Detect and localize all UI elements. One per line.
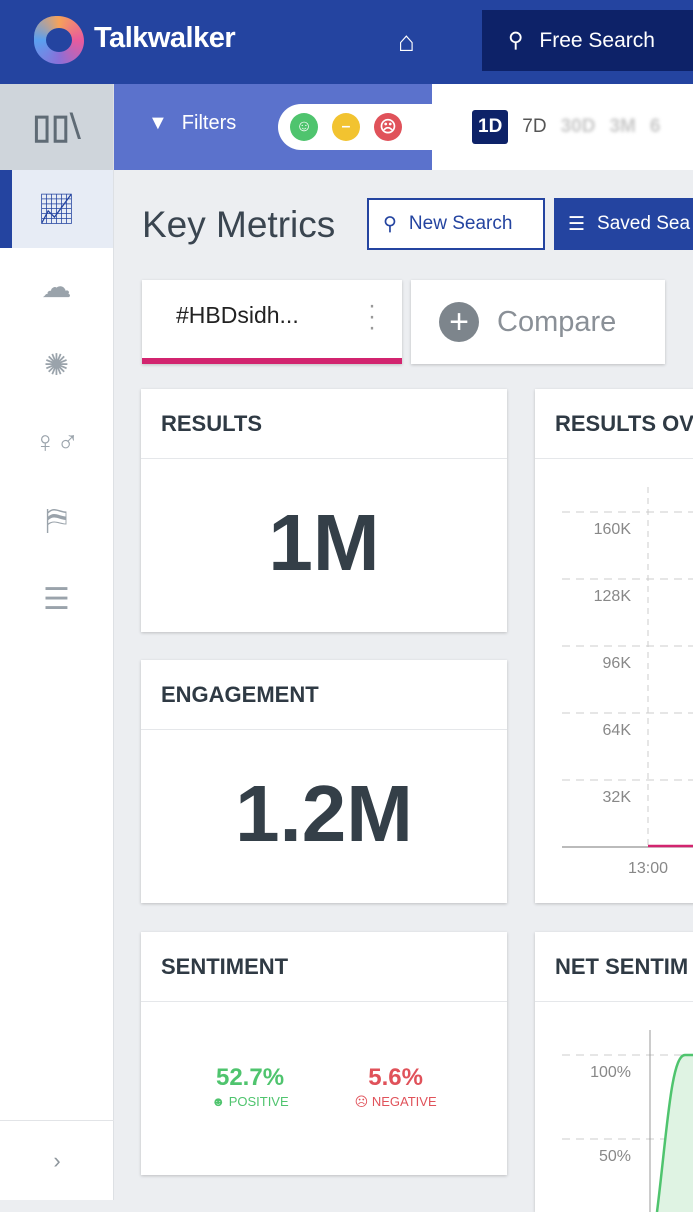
brand-name[interactable]: Talkwalker	[94, 22, 236, 55]
library-icon[interactable]: ▯▯⧵	[0, 84, 113, 170]
negative-face-icon[interactable]: ☹	[374, 113, 402, 141]
negative-label: NEGATIVE	[371, 1094, 437, 1109]
results-title: RESULTS	[141, 389, 507, 459]
frown-icon: ☹	[354, 1094, 369, 1109]
y-grid	[562, 511, 693, 781]
net-sentiment-chart: 100% 50%	[562, 1030, 693, 1212]
sentiment-filter-pill[interactable]: ☺ – ☹	[278, 104, 432, 150]
new-search-label: New Search	[408, 213, 513, 234]
net-sentiment-card: NET SENTIM 100% 50%	[535, 932, 693, 1212]
results-over-time-chart: 160K 128K 96K 64K 32K 13:00	[562, 487, 693, 877]
range-1d[interactable]: 1D	[472, 110, 509, 144]
tab-query[interactable]: #HBDsidh...	[142, 280, 402, 364]
positive-label: POSITIVE	[228, 1094, 289, 1109]
positive-face-icon[interactable]: ☺	[290, 113, 318, 141]
y-tick-32k: 32K	[603, 789, 632, 806]
sidebar-item-search-list-icon[interactable]: ☰	[0, 560, 113, 638]
engagement-card: ENGAGEMENT 1.2M	[141, 660, 507, 903]
saved-searches-label: Saved Sea	[597, 213, 691, 234]
negative-value: 5.6%	[368, 1064, 423, 1091]
sidebar-item-gender-icon[interactable]: ♀♂	[0, 404, 113, 482]
home-icon[interactable]: ⌂	[398, 26, 415, 58]
neutral-face-icon[interactable]: –	[332, 113, 360, 141]
sidebar: ▯▯⧵ 📈︎ ☁ ✺ ♀♂ ⛿ ☰	[0, 84, 114, 1200]
y-tick-96k: 96K	[603, 655, 632, 672]
net-sentiment-area	[657, 1055, 693, 1212]
search-icon: ⚲	[508, 29, 524, 52]
engagement-value: 1.2M	[235, 769, 413, 858]
filters-button[interactable]: ▼ Filters	[148, 112, 236, 135]
sentiment-title: SENTIMENT	[141, 932, 507, 1002]
free-search-button[interactable]: ⚲ Free Search	[482, 10, 693, 71]
funnel-icon: ▼	[148, 112, 168, 134]
range-7d[interactable]: 7D	[522, 116, 546, 138]
y-tick-128k: 128K	[594, 588, 632, 605]
range-3m[interactable]: 3M	[609, 116, 635, 138]
y-tick-50: 50%	[599, 1148, 631, 1165]
new-search-button[interactable]: ⚲ New Search	[367, 198, 545, 250]
more-vert-icon[interactable]: · · ·	[368, 294, 376, 340]
page-title: Key Metrics	[142, 204, 336, 245]
sidebar-item-cloud-icon[interactable]: ☁	[0, 248, 113, 326]
plus-icon: +	[439, 302, 479, 342]
results-over-time-card: RESULTS OV 160K 128K 96K 64K 32K 13:00	[535, 389, 693, 903]
filters-label: Filters	[181, 112, 237, 134]
date-range-selector: 1D 7D 30D 3M 6	[432, 84, 693, 170]
expand-sidebar-chevron-icon[interactable]: ›	[0, 1120, 114, 1200]
results-card: RESULTS 1M	[141, 389, 507, 632]
list-icon: ☰	[568, 213, 586, 235]
smile-icon: ☻	[211, 1094, 226, 1109]
saved-searches-button[interactable]: ☰ Saved Sea	[554, 198, 693, 250]
sidebar-item-map-icon[interactable]: ⛿	[0, 482, 113, 560]
search-icon: ⚲	[383, 213, 397, 235]
y-tick-64k: 64K	[603, 722, 632, 739]
y-tick-100: 100%	[590, 1064, 631, 1081]
engagement-title: ENGAGEMENT	[141, 660, 507, 730]
range-30d[interactable]: 30D	[561, 116, 596, 138]
tab-query-label: #HBDsidh...	[176, 302, 299, 328]
results-value: 1M	[268, 498, 380, 587]
free-search-label: Free Search	[539, 28, 655, 52]
positive-value: 52.7%	[215, 1064, 285, 1091]
sentiment-card: SENTIMENT 52.7% ☻ POSITIVE 5.6% ☹ NEGATIVE	[141, 932, 507, 1175]
compare-button[interactable]: + Compare	[411, 280, 665, 364]
y-tick-160k: 160K	[594, 521, 632, 538]
range-6m[interactable]: 6	[650, 116, 661, 138]
compare-label: Compare	[497, 305, 617, 338]
talkwalker-logo[interactable]	[34, 16, 84, 64]
sidebar-item-metrics-chart-icon[interactable]: 📈︎	[0, 170, 113, 248]
x-tick-1300: 13:00	[628, 860, 668, 877]
sidebar-item-influencer-icon[interactable]: ✺	[0, 326, 113, 404]
